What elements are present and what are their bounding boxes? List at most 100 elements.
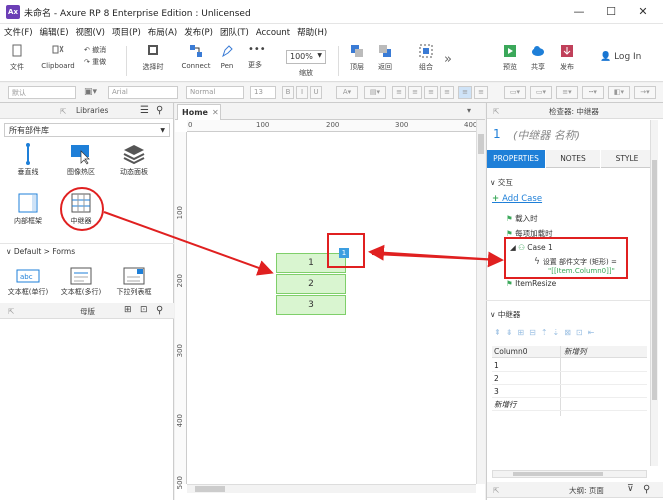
highlight-button[interactable]: ▤▾ [364, 86, 386, 99]
arrow-style-button[interactable]: →▾ [634, 86, 656, 99]
widget-textbox[interactable]: abc 文本框(单行) [2, 267, 54, 297]
font-weight-select[interactable]: Normal [186, 86, 244, 99]
menu-icon[interactable]: ☰ [140, 105, 149, 116]
filter-icon[interactable]: ⊽ [627, 484, 634, 494]
scrollbar-thumb[interactable] [195, 486, 225, 492]
library-select[interactable]: 所有部件库 ▼ [4, 123, 170, 137]
interactions-header[interactable]: ∨ 交互 [490, 177, 513, 188]
redo-button[interactable]: ↷ 重做 [84, 57, 120, 67]
text-color-button[interactable]: A▾ [336, 86, 358, 99]
font-size-select[interactable]: 13 [250, 86, 276, 99]
more-button[interactable]: ••• 更多 [242, 44, 268, 70]
connect-button[interactable]: Connect [180, 44, 212, 70]
add-folder-icon[interactable]: ⊡ [140, 305, 148, 315]
collapse-icon[interactable]: ⇱ [493, 486, 499, 495]
menu-file[interactable]: 文件(F) [0, 24, 36, 38]
search-icon[interactable]: ⚲ [643, 484, 650, 495]
widget-dynamic-panel[interactable]: 动态面板 [108, 143, 160, 177]
undo-button[interactable]: ↶ 撤消 [84, 45, 120, 55]
border-color-button[interactable]: ▭▾ [530, 86, 552, 99]
menu-edit[interactable]: 编辑(E) [36, 24, 72, 38]
tab-notes[interactable]: NOTES [546, 150, 600, 168]
fill-color-button[interactable]: ▭▾ [504, 86, 526, 99]
add-master-icon[interactable]: ⊞ [124, 305, 132, 315]
align-right-icon[interactable]: ≡ [424, 86, 438, 99]
event-itemresize[interactable]: ⚑ ItemResize [506, 279, 556, 288]
collapse-icon[interactable]: ⇱ [493, 107, 499, 116]
add-column-header[interactable]: 新增列 [564, 346, 587, 358]
shadow-button[interactable]: ◧▾ [608, 86, 630, 99]
align-left-icon[interactable]: ≡ [392, 86, 406, 99]
collapse-icon[interactable]: ⇱ [8, 307, 14, 316]
dataset-row[interactable]: 2 [492, 373, 647, 385]
valign-top-icon[interactable]: ≡ [458, 86, 472, 99]
add-row[interactable]: 新增行 [492, 399, 647, 411]
repeater-row[interactable]: 2 [276, 274, 346, 294]
dataset-toolbar[interactable]: ⇞⇟⊞⊟⇡⇣⊠⊡⇤ [494, 328, 599, 337]
close-icon[interactable]: ✕ [212, 108, 219, 117]
scrollbar-thumb[interactable] [513, 472, 603, 476]
menu-view[interactable]: 视图(V) [72, 24, 108, 38]
canvas-horizontal-scrollbar[interactable] [187, 484, 476, 493]
inspector-vertical-scrollbar[interactable] [650, 120, 658, 466]
tab-properties[interactable]: PROPERTIES [487, 150, 545, 168]
chevron-right-icon[interactable]: » [444, 52, 452, 67]
send-back-button[interactable]: 返回 [373, 44, 397, 72]
column-header[interactable]: Column0 [492, 347, 528, 356]
menu-account[interactable]: Account [252, 26, 293, 38]
search-icon[interactable]: ⚲ [156, 105, 163, 116]
dataset-row[interactable]: 1 [492, 360, 647, 372]
italic-button[interactable]: I [296, 86, 308, 99]
border-style-button[interactable]: ┅▾ [582, 86, 604, 99]
tab-home[interactable]: Home ✕ [177, 104, 221, 120]
menu-layout[interactable]: 布局(A) [144, 24, 180, 38]
scrollbar-thumb[interactable] [478, 134, 484, 154]
canvas-vertical-scrollbar[interactable] [476, 120, 485, 484]
widget-vertical-line[interactable]: 垂直线 [2, 143, 54, 177]
widget-droplist[interactable]: 下拉列表框 [108, 267, 160, 297]
publish-button[interactable]: 发布 [554, 44, 580, 72]
menu-help[interactable]: 帮助(H) [293, 24, 330, 38]
event-onload[interactable]: ⚑ 载入时 [506, 213, 538, 224]
underline-button[interactable]: U [310, 86, 322, 99]
style-select[interactable]: 默认 [8, 86, 76, 99]
menu-team[interactable]: 团队(T) [216, 24, 252, 38]
repeater-section-header[interactable]: ∨ 中继器 [490, 309, 520, 320]
valign-bottom-icon[interactable]: ≡ [474, 86, 488, 99]
bring-to-front-button[interactable]: 顶层 [345, 44, 369, 72]
page-menu-icon[interactable]: ▾ [467, 106, 471, 115]
widget-hotspot[interactable]: 图像热区 [55, 143, 107, 177]
scrollbar-thumb[interactable] [652, 160, 657, 400]
maximize-button[interactable]: ☐ [596, 4, 626, 20]
close-button[interactable]: ✕ [628, 4, 658, 20]
repeater-row[interactable]: 3 [276, 295, 346, 315]
forms-header[interactable]: ∨ Default > Forms [6, 247, 75, 256]
search-icon[interactable]: ⚲ [156, 305, 163, 316]
menu-publish[interactable]: 发布(P) [180, 24, 216, 38]
add-case-link[interactable]: + Add Case [492, 194, 542, 204]
border-width-button[interactable]: ≡▾ [556, 86, 578, 99]
group-button[interactable]: 组合 [414, 44, 438, 72]
justify-icon[interactable]: ≡ [440, 86, 454, 99]
widget-name-input[interactable]: (中继器 名称) [513, 127, 580, 143]
font-select[interactable]: Arial [108, 86, 178, 99]
collapse-icon[interactable]: ⇱ [60, 107, 66, 116]
select-mode-button[interactable]: 选择时 [132, 44, 174, 72]
preview-button[interactable]: 预览 [498, 44, 522, 72]
zoom-select[interactable]: 100% ▼ [286, 50, 326, 64]
tab-style[interactable]: STYLE [601, 150, 653, 168]
widget-textarea[interactable]: 文本框(多行) [55, 267, 107, 297]
format-painter-icon[interactable]: ▣▾ [84, 87, 97, 97]
share-button[interactable]: 共享 [526, 44, 550, 72]
minimize-button[interactable]: — [564, 4, 594, 20]
bold-button[interactable]: B [282, 86, 294, 99]
align-center-icon[interactable]: ≡ [408, 86, 422, 99]
dataset-horizontal-scrollbar[interactable] [492, 470, 647, 478]
file-button[interactable]: 文件 [6, 44, 28, 72]
clipboard-button[interactable]: Clipboard [38, 44, 78, 70]
menu-project[interactable]: 项目(P) [108, 24, 144, 38]
dataset-row[interactable]: 3 [492, 386, 647, 398]
pen-button[interactable]: Pen [216, 44, 238, 70]
widget-inline-frame[interactable]: 内部框架 [2, 192, 54, 226]
login-button[interactable]: 👤 Log In [600, 52, 641, 62]
